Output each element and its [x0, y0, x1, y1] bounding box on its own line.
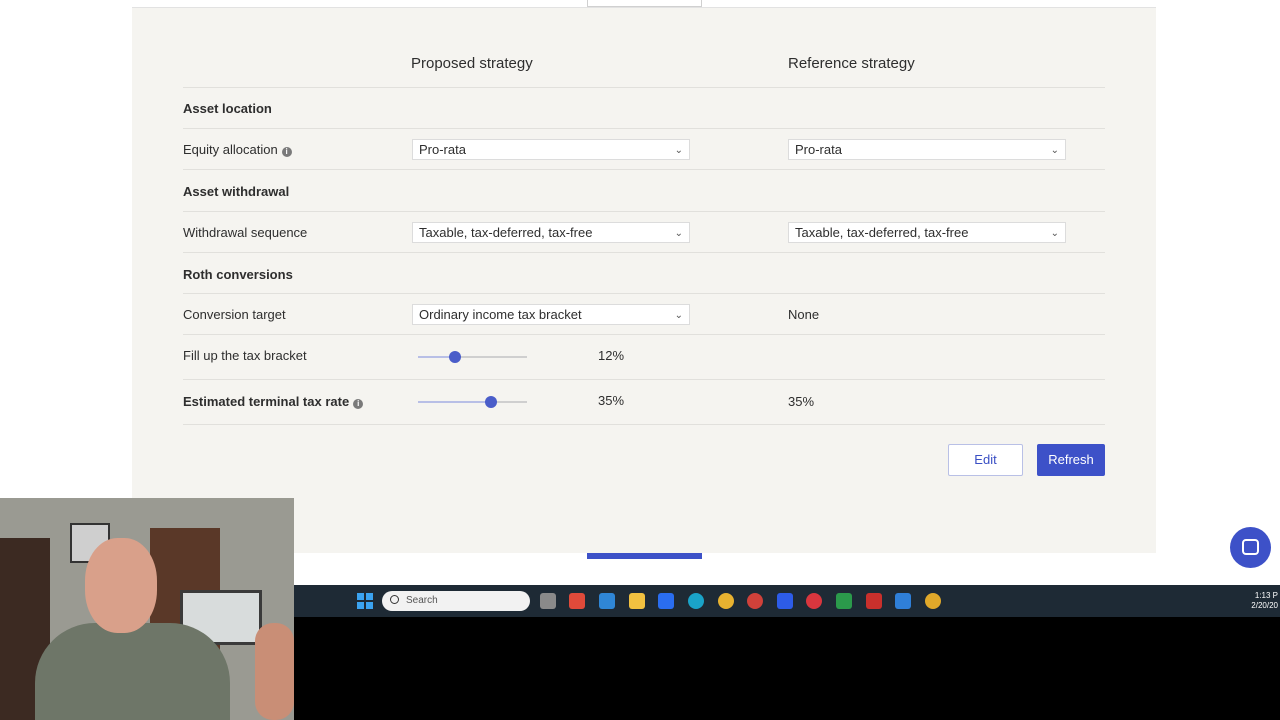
- webcam-person-hand: [255, 623, 294, 720]
- equity-allocation-text: Equity allocation: [183, 142, 278, 157]
- dropbox-icon[interactable]: [658, 593, 674, 609]
- select-value: Pro-rata: [419, 142, 466, 157]
- windows-start-icon[interactable]: [357, 593, 373, 609]
- divider: [183, 211, 1105, 212]
- info-icon[interactable]: i: [281, 147, 292, 157]
- equity-allocation-proposed-select[interactable]: Pro-rata ⌄: [412, 139, 690, 160]
- chrome-icon[interactable]: [718, 593, 734, 609]
- chat-glyph: [1242, 539, 1259, 555]
- refresh-button[interactable]: Refresh: [1037, 444, 1105, 476]
- divider: [183, 379, 1105, 380]
- taskbar-clock[interactable]: 1:13 P 2/20/20: [1251, 591, 1278, 611]
- fill-bracket-slider-thumb[interactable]: [449, 351, 462, 363]
- terminal-tax-reference-value: 35%: [788, 394, 815, 409]
- conversion-target-reference-value: None: [788, 307, 820, 322]
- copilot-icon[interactable]: [569, 593, 585, 609]
- taskbar: Search 1:13 P 2/20/20: [294, 585, 1280, 617]
- file-explorer-icon[interactable]: [629, 593, 645, 609]
- conversion-target-proposed-select[interactable]: Ordinary income tax bracket ⌄: [412, 304, 690, 325]
- excel-icon[interactable]: [836, 593, 852, 609]
- app-icon[interactable]: [806, 593, 822, 609]
- terminal-tax-text: Estimated terminal tax rate: [183, 394, 350, 409]
- task-view-icon[interactable]: [540, 593, 556, 609]
- clock-date: 2/20/20: [1251, 601, 1278, 610]
- header-divider: [183, 87, 1105, 88]
- clock-time: 1:13 P: [1254, 591, 1278, 600]
- divider: [183, 424, 1105, 425]
- chevron-down-icon: ⌄: [1050, 228, 1059, 239]
- chevron-down-icon: ⌄: [674, 310, 683, 321]
- conversion-target-label: Conversion target: [183, 307, 286, 322]
- scroll-indicator[interactable]: [587, 553, 702, 559]
- edge-icon[interactable]: [688, 593, 704, 609]
- withdrawal-sequence-proposed-select[interactable]: Taxable, tax-deferred, tax-free ⌄: [412, 222, 690, 243]
- equity-allocation-label: Equity allocation i: [183, 142, 292, 157]
- info-icon[interactable]: i: [353, 399, 364, 409]
- divider: [183, 252, 1105, 253]
- chevron-down-icon: ⌄: [674, 228, 683, 239]
- black-area: [294, 617, 1280, 720]
- edit-button[interactable]: Edit: [948, 444, 1023, 476]
- section-asset-location: Asset location: [183, 101, 272, 116]
- webcam-overlay: [0, 498, 294, 720]
- equity-allocation-reference-select[interactable]: Pro-rata ⌄: [788, 139, 1066, 160]
- chrome-icon[interactable]: [925, 593, 941, 609]
- divider: [183, 334, 1105, 335]
- terminal-tax-slider-thumb[interactable]: [485, 396, 498, 408]
- search-placeholder: Search: [406, 595, 438, 606]
- chevron-down-icon: ⌄: [674, 145, 683, 156]
- withdrawal-sequence-reference-select[interactable]: Taxable, tax-deferred, tax-free ⌄: [788, 222, 1066, 243]
- proposed-strategy-header: Proposed strategy: [411, 55, 533, 72]
- chevron-down-icon: ⌄: [1050, 145, 1059, 156]
- screen: Proposed strategy Reference strategy Ass…: [0, 0, 1280, 720]
- select-value: Ordinary income tax bracket: [419, 307, 582, 322]
- media-player-icon[interactable]: [895, 593, 911, 609]
- app-icon[interactable]: [747, 593, 763, 609]
- reference-strategy-header: Reference strategy: [788, 55, 915, 72]
- select-value: Taxable, tax-deferred, tax-free: [795, 225, 969, 240]
- terminal-tax-label: Estimated terminal tax rate i: [183, 394, 364, 409]
- section-roth-conversions: Roth conversions: [183, 267, 293, 282]
- zoom-icon[interactable]: [777, 593, 793, 609]
- terminal-tax-slider-fill: [418, 401, 492, 403]
- webcam-person-head: [85, 538, 157, 633]
- acrobat-icon[interactable]: [866, 593, 882, 609]
- terminal-tax-proposed-value: 35%: [598, 393, 625, 408]
- divider: [183, 293, 1105, 294]
- fill-bracket-label: Fill up the tax bracket: [183, 348, 307, 363]
- divider: [183, 128, 1105, 129]
- search-icon: [390, 595, 399, 604]
- chat-icon[interactable]: [1230, 527, 1271, 568]
- fill-bracket-value: 12%: [598, 348, 625, 363]
- divider: [183, 169, 1105, 170]
- select-value: Pro-rata: [795, 142, 842, 157]
- select-value: Taxable, tax-deferred, tax-free: [419, 225, 593, 240]
- taskbar-search-input[interactable]: Search: [382, 591, 530, 611]
- withdrawal-sequence-label: Withdrawal sequence: [183, 225, 308, 240]
- webcam-person-body: [35, 623, 230, 720]
- section-asset-withdrawal: Asset withdrawal: [183, 184, 290, 199]
- top-tab[interactable]: [587, 0, 702, 7]
- outlook-icon[interactable]: [599, 593, 615, 609]
